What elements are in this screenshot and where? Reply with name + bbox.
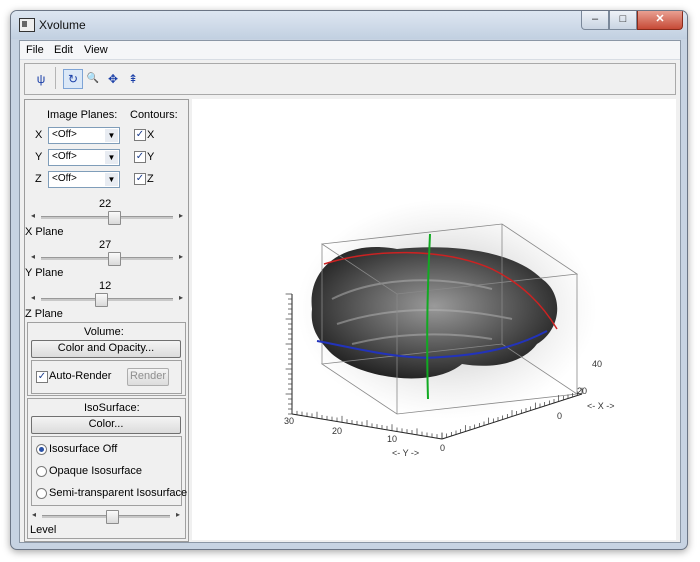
chevron-down-icon: ▼	[105, 151, 118, 164]
x-tick-40: 40	[592, 359, 602, 369]
z-plane-axis-label: Z	[35, 173, 42, 185]
z-plane-slider[interactable]: ◂ ▸	[31, 293, 183, 307]
auto-render-label: Auto-Render	[49, 370, 112, 382]
x-axis-label: <- X ->	[587, 401, 615, 411]
slider-thumb[interactable]	[107, 211, 121, 225]
app-window: Xvolume – □ ✕ File Edit View ψ ↻ 🔍 ✥ ⇞ I…	[10, 10, 688, 550]
maximize-button[interactable]: □	[609, 11, 637, 30]
menu-file[interactable]: File	[26, 44, 44, 56]
menu-bar: File Edit View	[20, 41, 680, 60]
y-tick-20: 20	[332, 426, 342, 436]
opaque-isosurface-radio[interactable]	[36, 466, 47, 477]
toolbar-separator	[55, 67, 56, 89]
color-opacity-button[interactable]: Color and Opacity...	[31, 340, 181, 358]
pan-icon[interactable]: ✥	[103, 69, 123, 89]
isosurface-options: Isosurface Off Opaque Isosurface Semi-tr…	[31, 436, 187, 506]
contours-label: Contours:	[130, 109, 178, 121]
z-plane-select-value: <Off>	[52, 173, 77, 184]
isosurface-title: IsoSurface:	[84, 402, 140, 414]
y-plane-axis-label: Y	[35, 151, 43, 163]
y-plane-label: Y Plane	[25, 267, 64, 279]
volume-render-view[interactable]: 30 20 10 0 0 20 40 <- Y -> <- X ->	[192, 99, 676, 540]
x-image-plane-select[interactable]: <Off> ▼	[48, 127, 120, 144]
level-label: Level	[30, 524, 57, 536]
level-slider[interactable]: ◂ ▸	[32, 510, 180, 524]
z-plane-label: Z Plane	[25, 308, 63, 320]
title-bar[interactable]: Xvolume – □ ✕	[11, 11, 687, 39]
close-button[interactable]: ✕	[637, 11, 683, 30]
zoom-icon[interactable]: 🔍	[83, 69, 103, 89]
volume-render-canvas[interactable]: 30 20 10 0 0 20 40 <- Y -> <- X ->	[192, 99, 676, 540]
toolbar: ψ ↻ 🔍 ✥ ⇞	[24, 63, 676, 95]
isosurface-group: IsoSurface: Color... Isosurface Off Opaq…	[27, 398, 187, 539]
auto-render-checkbox[interactable]: ✓	[36, 371, 48, 383]
x-contour-checkbox[interactable]: ✓	[134, 129, 146, 141]
control-panel: Image Planes: Contours: X <Off> ▼ ✓ X Y <…	[24, 99, 189, 542]
x-tick-0: 0	[557, 411, 562, 421]
isosurface-off-radio[interactable]	[36, 444, 47, 455]
window-title: Xvolume	[39, 18, 86, 32]
y-plane-select-value: <Off>	[52, 151, 77, 162]
y-plane-value: 27	[99, 239, 112, 251]
rotate-icon[interactable]: ↻	[63, 69, 83, 89]
slider-thumb[interactable]	[107, 252, 121, 266]
x-plane-slider[interactable]: ◂ ▸	[31, 211, 183, 225]
isosurface-color-button[interactable]: Color...	[31, 416, 181, 434]
x-contour-label: X	[147, 129, 155, 141]
isosurface-off-label: Isosurface Off	[49, 443, 118, 455]
semi-transparent-isosurface-label: Semi-transparent Isosurface	[49, 487, 188, 499]
y-tick-30: 30	[284, 416, 294, 426]
z-contour-label: Z	[147, 173, 154, 185]
x-plane-label: X Plane	[25, 226, 64, 238]
select-icon[interactable]: ⇞	[123, 69, 143, 89]
chevron-down-icon: ▼	[105, 173, 118, 186]
opaque-isosurface-label: Opaque Isosurface	[49, 465, 142, 477]
y-contour-checkbox[interactable]: ✓	[134, 151, 146, 163]
y-image-plane-select[interactable]: <Off> ▼	[48, 149, 120, 166]
y-axis-label: <- Y ->	[392, 448, 419, 458]
menu-view[interactable]: View	[84, 44, 108, 56]
y-tick-10: 10	[387, 434, 397, 444]
slider-thumb[interactable]	[95, 293, 109, 307]
render-group: ✓ Auto-Render Render	[31, 360, 182, 394]
chevron-down-icon: ▼	[105, 129, 118, 142]
semi-transparent-isosurface-radio[interactable]	[36, 488, 47, 499]
z-image-plane-select[interactable]: <Off> ▼	[48, 171, 120, 188]
minimize-button[interactable]: –	[581, 11, 609, 30]
y-plane-slider[interactable]: ◂ ▸	[31, 252, 183, 266]
volume-title: Volume:	[84, 326, 124, 338]
axes-tool-icon[interactable]: ψ	[31, 69, 51, 89]
x-plane-value: 22	[99, 198, 112, 210]
volume-group: Volume: Color and Opacity... ✓ Auto-Rend…	[27, 322, 186, 396]
client-area: File Edit View ψ ↻ 🔍 ✥ ⇞ Image Planes: C…	[19, 40, 681, 543]
y-tick-0: 0	[440, 443, 445, 453]
slider-thumb[interactable]	[106, 510, 120, 524]
app-icon	[19, 18, 35, 32]
render-button[interactable]: Render	[127, 368, 169, 386]
x-plane-axis-label: X	[35, 129, 43, 141]
y-contour-label: Y	[147, 151, 155, 163]
z-contour-checkbox[interactable]: ✓	[134, 173, 146, 185]
x-plane-select-value: <Off>	[52, 129, 77, 140]
z-plane-value: 12	[99, 280, 112, 292]
image-planes-label: Image Planes:	[47, 109, 118, 121]
menu-edit[interactable]: Edit	[54, 44, 73, 56]
